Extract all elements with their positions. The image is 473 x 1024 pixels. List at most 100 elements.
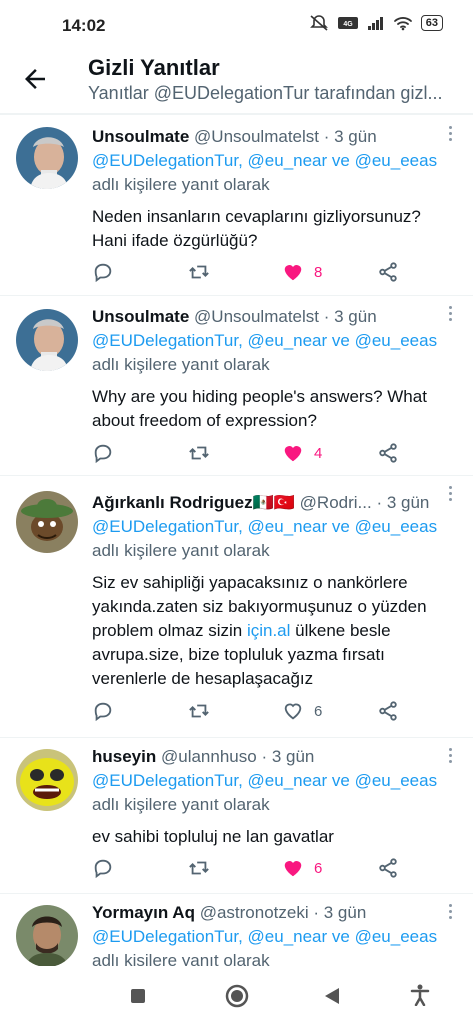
status-icons: 4G 63: [309, 14, 443, 32]
more-icon[interactable]: [447, 745, 453, 766]
author-name[interactable]: Unsoulmate: [92, 307, 189, 326]
retweet-button[interactable]: [187, 257, 211, 287]
like-button[interactable]: 6: [282, 853, 322, 883]
author-flags: 🇲🇽🇹🇷: [252, 493, 295, 512]
tweet-link[interactable]: için.al: [247, 621, 290, 640]
avatar[interactable]: [16, 309, 78, 371]
page-title: Gizli Yanıtlar: [88, 55, 220, 80]
like-count: 4: [314, 444, 323, 462]
reply-mentions[interactable]: @EUDelegationTur, @eu_near ve @eu_eeas: [92, 925, 452, 949]
wifi-icon: [393, 17, 412, 31]
text-segment: ülkene besle: [290, 621, 391, 640]
reply-button[interactable]: [92, 438, 114, 468]
reply-context: @EUDelegationTur, @eu_near ve @eu_eeas a…: [92, 149, 452, 197]
tweet-text-line: yakında.zaten siz bakıyormuşunuz o yüzde…: [92, 597, 427, 616]
author-name[interactable]: Unsoulmate: [92, 127, 189, 146]
avatar[interactable]: [16, 127, 78, 189]
heart-icon: [284, 446, 302, 462]
recent-apps-icon[interactable]: [130, 988, 146, 1004]
reply-suffix: adlı kişilere yanıt olarak: [92, 541, 270, 560]
reply-suffix: adlı kişilere yanıt olarak: [92, 355, 270, 374]
tweet-text: Neden insanların cevaplarını gizliyorsun…: [92, 205, 452, 253]
retweet-button[interactable]: [187, 438, 211, 468]
battery-indicator: 63: [420, 15, 443, 31]
author-handle[interactable]: @Unsoulmatelst: [194, 127, 319, 146]
reply-context: @EUDelegationTur, @eu_near ve @eu_eeas a…: [92, 925, 452, 966]
tweet-text-line: Why are you hiding people's answers? Wha…: [92, 387, 427, 406]
like-count: 6: [314, 702, 323, 720]
tweet[interactable]: Unsoulmate @Unsoulmatelst · 3 gün @EUDel…: [0, 115, 473, 296]
reply-mentions[interactable]: @EUDelegationTur, @eu_near ve @eu_eeas: [92, 329, 452, 353]
signal-icon: [367, 17, 383, 30]
reply-suffix: adlı kişilere yanıt olarak: [92, 951, 270, 966]
tweet-actions: 6: [92, 853, 422, 883]
like-button[interactable]: 6: [282, 696, 322, 726]
more-icon[interactable]: [447, 483, 453, 504]
tweet[interactable]: Ağırkanlı Rodriguez🇲🇽🇹🇷 @Rodri... · 3 gü…: [0, 475, 473, 738]
retweet-button[interactable]: [187, 696, 211, 726]
tweet-time: · 3 gün: [313, 903, 367, 922]
reply-button[interactable]: [92, 257, 114, 287]
author-handle[interactable]: @ulannhuso: [161, 747, 257, 766]
retweet-icon: [189, 861, 209, 875]
tweet[interactable]: Unsoulmate @Unsoulmatelst · 3 gün @EUDel…: [0, 295, 473, 476]
home-icon[interactable]: [225, 984, 249, 1008]
tweet-time: · 3 gün: [323, 307, 377, 326]
avatar[interactable]: [16, 905, 78, 966]
more-icon[interactable]: [447, 901, 453, 922]
retweet-icon: [189, 704, 209, 718]
tweet-text-line: avrupa.size, bize topluluk yazma fırsatı: [92, 645, 385, 664]
tweet[interactable]: Yormayın Aq @astronotzeki · 3 gün @EUDel…: [0, 893, 473, 966]
back-arrow-icon[interactable]: [20, 64, 50, 94]
tweet-text-line: verenlerle de hesaplaşacağız: [92, 669, 314, 688]
share-button[interactable]: [377, 438, 399, 468]
reply-mentions[interactable]: @EUDelegationTur, @eu_near ve @eu_eeas: [92, 149, 452, 173]
reply-context: @EUDelegationTur, @eu_near ve @eu_eeas a…: [92, 769, 452, 817]
author-handle[interactable]: @Unsoulmatelst: [194, 307, 319, 326]
like-button[interactable]: 4: [282, 438, 322, 468]
share-icon: [379, 443, 397, 463]
more-icon[interactable]: [447, 123, 453, 144]
author-name[interactable]: Yormayın Aq: [92, 903, 195, 922]
status-time: 14:02: [62, 16, 106, 35]
reply-icon: [94, 263, 112, 283]
page-subtitle: Yanıtlar @EUDelegationTur tarafından giz…: [88, 83, 443, 103]
avatar[interactable]: [16, 749, 78, 811]
tweet[interactable]: huseyin @ulannhuso · 3 gün @EUDelegation…: [0, 737, 473, 894]
author-handle[interactable]: @astronotzeki: [200, 903, 309, 922]
reply-icon: [94, 859, 112, 879]
mute-icon: [309, 15, 328, 31]
tweet-actions: 8: [92, 257, 422, 287]
tweet-header: Unsoulmate @Unsoulmatelst · 3 gün: [92, 125, 452, 149]
reply-suffix: adlı kişilere yanıt olarak: [92, 175, 270, 194]
reply-mentions[interactable]: @EUDelegationTur, @eu_near ve @eu_eeas: [92, 515, 452, 539]
reply-button[interactable]: [92, 696, 114, 726]
avatar[interactable]: [16, 491, 78, 553]
tweet-text-line: Siz ev sahipliği yapacaksınız o nankörle…: [92, 573, 408, 592]
share-button[interactable]: [377, 853, 399, 883]
retweet-button[interactable]: [187, 853, 211, 883]
share-icon: [379, 262, 397, 282]
tweet-text-line: about freedom of expression?: [92, 411, 317, 430]
system-nav-bar: [0, 966, 473, 1024]
tweet-time: · 3 gün: [261, 747, 315, 766]
reply-mentions[interactable]: @EUDelegationTur, @eu_near ve @eu_eeas: [92, 769, 452, 793]
author-name[interactable]: Ağırkanlı Rodriguez: [92, 493, 253, 512]
like-button[interactable]: 8: [282, 257, 322, 287]
author-name[interactable]: huseyin: [92, 747, 156, 766]
share-button[interactable]: [377, 696, 399, 726]
share-icon: [379, 701, 397, 721]
reply-button[interactable]: [92, 853, 114, 883]
heart-icon: [284, 265, 302, 281]
page-header: Gizli Yanıtlar Yanıtlar @EUDelegationTur…: [0, 52, 473, 108]
tweet-actions: 6: [92, 696, 422, 726]
more-icon[interactable]: [447, 303, 453, 324]
tweet-header: huseyin @ulannhuso · 3 gün: [92, 745, 452, 769]
status-bar: 14:02 4G 63: [0, 0, 473, 52]
author-handle[interactable]: @Rodri...: [300, 493, 372, 512]
share-button[interactable]: [377, 257, 399, 287]
tweet-header: Unsoulmate @Unsoulmatelst · 3 gün: [92, 305, 452, 329]
accessibility-icon[interactable]: [410, 984, 430, 1006]
back-nav-icon[interactable]: [323, 986, 341, 1006]
svg-text:4G: 4G: [343, 21, 353, 28]
